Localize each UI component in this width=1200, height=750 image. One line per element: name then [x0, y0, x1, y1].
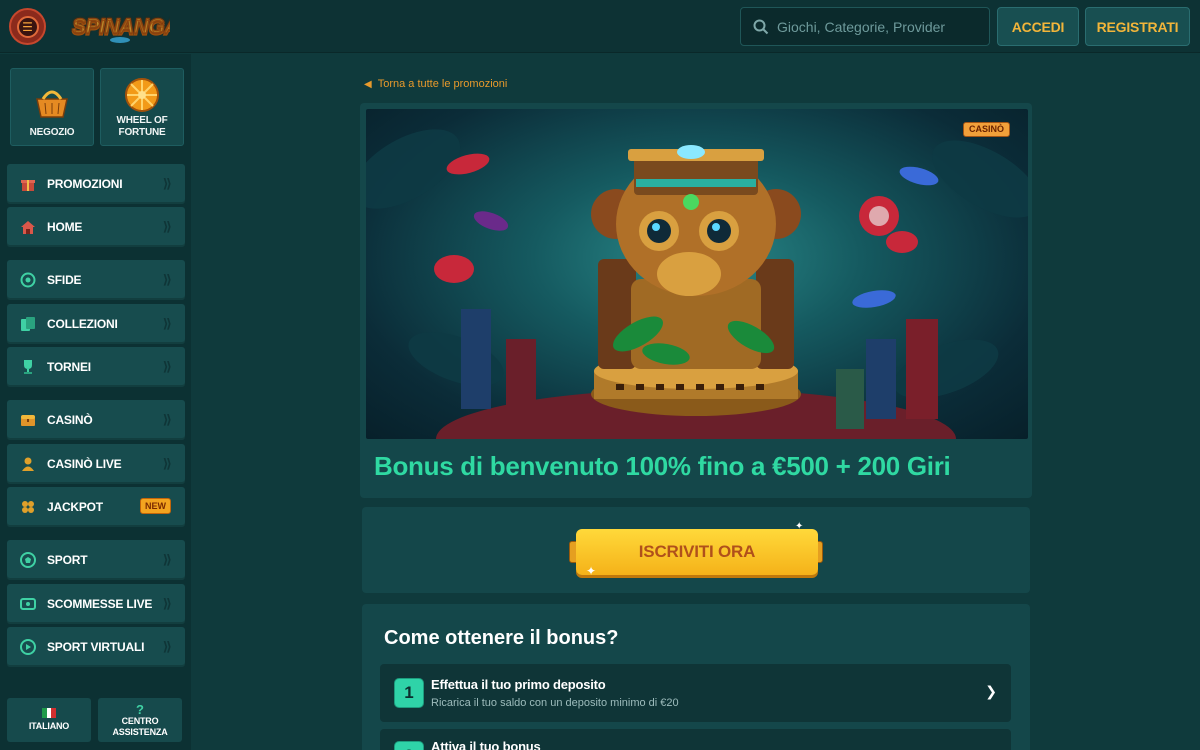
- sidebar-tile-label: NEGOZIO: [29, 127, 75, 138]
- search-input[interactable]: [777, 18, 977, 35]
- chevron-icon: ⟫: [162, 316, 172, 331]
- chevron-icon: ⟫: [162, 219, 172, 234]
- sidebar-item-label: SFIDE: [47, 273, 82, 287]
- promo-title: Bonus di benvenuto 100% fino a €500 + 20…: [374, 451, 951, 481]
- language-selector[interactable]: ITALIANO: [7, 698, 91, 742]
- login-button[interactable]: ACCEDI: [997, 7, 1079, 46]
- cards-icon: [19, 315, 37, 333]
- shop-basket-icon: [36, 90, 68, 118]
- step-number: 1: [394, 678, 424, 708]
- fortune-wheel-icon: [125, 78, 159, 112]
- target-icon: [19, 271, 37, 289]
- sidebar-item-label: SCOMMESSE LIVE: [47, 597, 153, 611]
- sidebar-item-collezioni[interactable]: COLLEZIONI ⟫: [7, 304, 185, 344]
- brand-logo-art: SPINANGA: [71, 14, 180, 43]
- signup-now-button[interactable]: ISCRIVITI ORA: [576, 529, 818, 575]
- menu-button[interactable]: ☰: [9, 8, 46, 45]
- category-tag: CASINÒ: [963, 122, 1011, 137]
- promo-banner-image: [366, 109, 1028, 439]
- sidebar-item-label: PROMOZIONI: [47, 177, 123, 191]
- support-center-button[interactable]: ? CENTRO ASSISTENZA: [98, 698, 182, 742]
- sidebar-item-label: CASINÒ: [47, 413, 93, 427]
- chevron-icon: ⟫: [162, 552, 172, 567]
- sidebar-item-casino-live[interactable]: CASINÒ LIVE ⟫: [7, 444, 185, 484]
- clover-icon: [19, 498, 37, 516]
- sparkle-icon: ✦: [795, 521, 804, 532]
- register-button[interactable]: REGISTRATI: [1085, 7, 1190, 46]
- sidebar-item-home[interactable]: HOME ⟫: [7, 207, 185, 247]
- live-icon: [19, 595, 37, 613]
- chevron-left-icon: ◀: [364, 78, 372, 90]
- back-link-label: Torna a tutte le promozioni: [377, 78, 508, 90]
- chevron-icon: ⟫: [162, 596, 172, 611]
- sidebar-item-label: JACKPOT: [47, 500, 103, 514]
- sidebar-item-sport[interactable]: SPORT ⟫: [7, 540, 185, 580]
- home-icon: [19, 218, 37, 236]
- bonus-step-2[interactable]: 2 Attiva il tuo bonus: [380, 729, 1011, 750]
- chest-icon: [19, 411, 37, 429]
- sidebar-item-label: COLLEZIONI: [47, 317, 118, 331]
- play-icon: [19, 638, 37, 656]
- top-bar: ☰ SPINANGA ACCEDI REGISTRATI: [0, 0, 1200, 53]
- sidebar-item-label: TORNEI: [47, 360, 91, 374]
- brand-logo[interactable]: SPINANGA: [70, 10, 180, 44]
- chevron-icon: ⟫: [162, 639, 172, 654]
- sidebar-item-label: HOME: [47, 220, 83, 234]
- chevron-icon: ⟫: [162, 412, 172, 427]
- soccer-ball-icon: [19, 551, 37, 569]
- svg-text:SPINANGA: SPINANGA: [72, 15, 170, 38]
- bonus-step-1[interactable]: 1 Effettua il tuo primo deposito Ricaric…: [380, 664, 1011, 722]
- chevron-icon: ⟫: [162, 272, 172, 287]
- sidebar-item-label: SPORT VIRTUALI: [47, 640, 145, 654]
- chevron-right-icon: ❯: [985, 683, 997, 699]
- sidebar-item-label: SPORT: [47, 553, 88, 567]
- monkey-idol-illustration: [366, 129, 1028, 439]
- step-subtitle: Ricarica il tuo saldo con un deposito mi…: [431, 697, 679, 709]
- sidebar-item-label: CASINÒ LIVE: [47, 457, 122, 471]
- italy-flag-icon: [42, 708, 56, 718]
- search-icon: [753, 19, 769, 34]
- sidebar: NEGOZIO WHEEL OF FORTUNE PROMOZIONI ⟫ HO…: [0, 54, 191, 750]
- sidebar-tile-label: WHEEL OF FORTUNE: [116, 115, 168, 138]
- step-title: Attiva il tuo bonus: [431, 739, 541, 750]
- sidebar-item-jackpot[interactable]: JACKPOT NEW: [7, 487, 185, 527]
- trophy-icon: [19, 358, 37, 376]
- back-to-promotions-link[interactable]: ◀ Torna a tutte le promozioni: [364, 78, 507, 90]
- new-badge: NEW: [140, 498, 171, 514]
- sidebar-item-scommesse-live[interactable]: SCOMMESSE LIVE ⟫: [7, 584, 185, 624]
- sidebar-item-promozioni[interactable]: PROMOZIONI ⟫: [7, 164, 185, 204]
- chevron-icon: ⟫: [162, 359, 172, 374]
- support-label: CENTRO ASSISTENZA: [112, 715, 168, 737]
- chevron-icon: ⟫: [162, 456, 172, 471]
- menu-icon: ☰: [16, 15, 39, 38]
- chevron-icon: ⟫: [162, 176, 172, 191]
- sidebar-item-sfide[interactable]: SFIDE ⟫: [7, 260, 185, 300]
- search-box[interactable]: [740, 7, 990, 46]
- help-icon: ?: [136, 701, 144, 717]
- sidebar-item-sport-virtuali[interactable]: SPORT VIRTUALI ⟫: [7, 627, 185, 667]
- language-label: ITALIANO: [28, 721, 70, 731]
- step-number: 2: [394, 741, 424, 750]
- dealer-icon: [19, 455, 37, 473]
- sidebar-item-casino[interactable]: CASINÒ ⟫: [7, 400, 185, 440]
- gift-icon: [19, 175, 37, 193]
- step-title: Effettua il tuo primo deposito: [431, 677, 606, 692]
- sparkle-icon: ✦: [586, 564, 597, 578]
- sidebar-item-tornei[interactable]: TORNEI ⟫: [7, 347, 185, 387]
- how-to-get-bonus-title: Come ottenere il bonus?: [384, 627, 619, 649]
- sidebar-tile-shop[interactable]: NEGOZIO: [10, 68, 94, 146]
- sidebar-tile-wheel[interactable]: WHEEL OF FORTUNE: [100, 68, 184, 146]
